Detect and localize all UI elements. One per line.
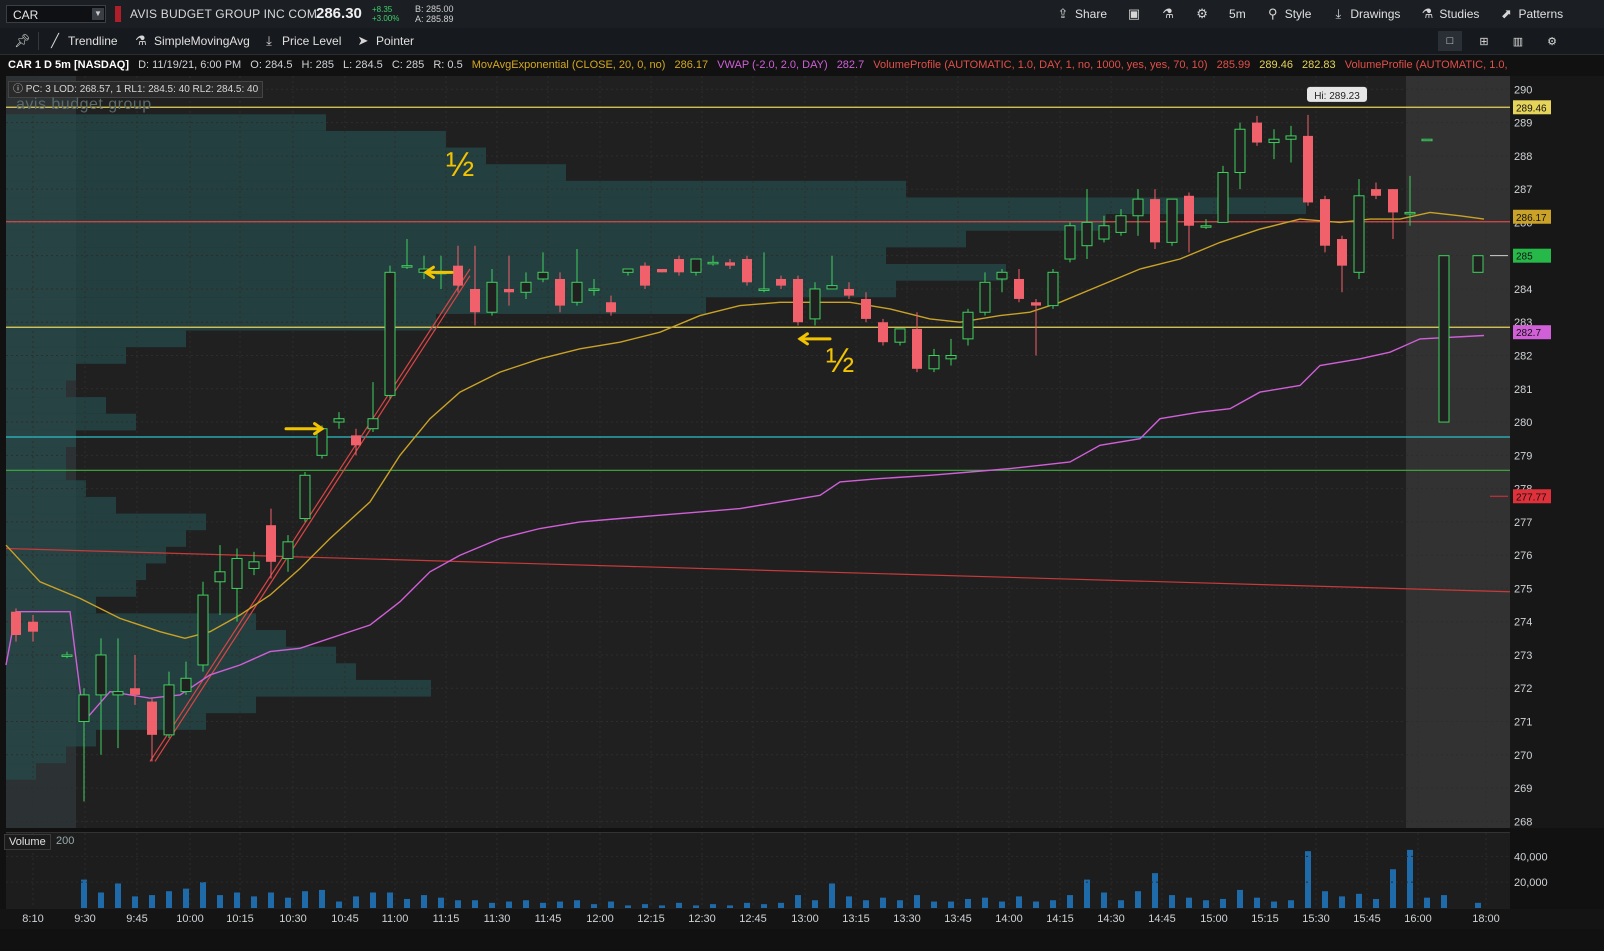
share-icon: ⇪: [1057, 6, 1069, 21]
bar-low: L: 284.5: [343, 59, 383, 71]
patterns-icon: ⬈: [1500, 6, 1512, 21]
interval-label: 5m: [1229, 7, 1246, 21]
pin-button[interactable]: 📌︎: [14, 28, 31, 54]
snapshot-button[interactable]: ▣: [1119, 0, 1149, 28]
chart-info-bar: CAR 1 D 5m [NASDAQ] D: 11/19/21, 6:00 PM…: [0, 56, 1530, 74]
bottom-strip: [0, 929, 1604, 951]
grid-icon: ⊞: [1479, 35, 1489, 48]
style-label: Style: [1284, 7, 1312, 21]
layout-bars-button[interactable]: ▥: [1506, 31, 1530, 51]
price-change-pct: +3.00%: [372, 14, 400, 23]
share-label: Share: [1075, 7, 1108, 21]
pointer-icon: ➤: [357, 33, 369, 48]
volume-label[interactable]: Volume: [4, 834, 51, 850]
pc-info-text: PC: 3 LOD: 268.57, 1 RL1: 284.5: 40 RL2:…: [25, 84, 259, 95]
symbol-input[interactable]: CAR: [6, 5, 106, 23]
flask-icon: ⚗: [135, 33, 147, 48]
info-icon: ⓘ: [13, 84, 26, 95]
patterns-button[interactable]: ⬈ Patterns: [1491, 0, 1571, 28]
sma-tool[interactable]: ⚗ SimpleMovingAvg: [134, 28, 250, 54]
price-axis[interactable]: [1510, 76, 1604, 828]
volume-profile-label[interactable]: VolumeProfile (AUTOMATIC, 1.0, DAY, 1, n…: [873, 59, 1207, 71]
drawing-toolbar: 📌︎ ╱ Trendline ⚗ SimpleMovingAvg ⤓ Price…: [0, 28, 1604, 55]
patterns-label: Patterns: [1518, 7, 1564, 21]
volume-profile-value-3: 282.83: [1302, 59, 1336, 71]
ema-study-label[interactable]: MovAvgExponential (CLOSE, 20, 0, no): [472, 59, 666, 71]
vwap-study-label[interactable]: VWAP (-2.0, 2.0, DAY): [717, 59, 827, 71]
interval-button[interactable]: 5m: [1221, 0, 1254, 28]
bar-high: H: 285: [301, 59, 334, 71]
gear-icon: ⚙: [1196, 6, 1208, 21]
drawings-icon: ⤓: [1335, 6, 1342, 21]
square-icon: □: [1446, 35, 1454, 47]
bar-range: R: 0.5: [433, 59, 463, 71]
vwap-study-value: 282.7: [836, 59, 865, 71]
price-level-icon: ⤓: [266, 33, 272, 48]
bar-close: C: 285: [391, 59, 425, 71]
volume-length: 200: [56, 835, 75, 847]
price-change: +8.35: [372, 5, 393, 14]
style-button[interactable]: ⚲ Style: [1258, 0, 1320, 28]
gear-icon: ⚙: [1547, 35, 1557, 48]
ask-price: A: 285.89: [415, 14, 454, 24]
company-name: AVIS BUDGET GROUP INC COM: [130, 7, 318, 21]
sma-label: SimpleMovingAvg: [154, 34, 250, 48]
volume-pane[interactable]: [6, 832, 1510, 909]
bar-date: D: 11/19/21, 6:00 PM: [138, 59, 242, 71]
volume-profile-2-label[interactable]: VolumeProfile (AUTOMATIC, 1.0,: [1345, 59, 1508, 71]
settings-button[interactable]: ⚙: [1187, 0, 1217, 28]
price-plot-area[interactable]: [6, 76, 1510, 828]
symbol-flag-icon: [115, 6, 121, 22]
volume-tick-label: 20,000: [1514, 877, 1548, 889]
drawings-button[interactable]: ⤓ Drawings: [1323, 0, 1408, 28]
bars-icon: ▥: [1512, 35, 1524, 48]
camera-icon: ▣: [1127, 6, 1141, 21]
top-toolbar: CAR ▼ AVIS BUDGET GROUP INC COM 286.30 +…: [0, 0, 1604, 29]
ema-study-value: 286.17: [674, 59, 709, 71]
trendline-label: Trendline: [68, 34, 118, 48]
trendline-icon: ╱: [51, 33, 59, 48]
volume-tick-label: 40,000: [1514, 851, 1548, 863]
bar-open: O: 284.5: [250, 59, 293, 71]
pin-icon: 📌︎: [14, 33, 31, 48]
chart-settings-button[interactable]: ⚙: [1540, 31, 1564, 51]
trendline-tool[interactable]: ╱ Trendline: [48, 28, 118, 54]
volume-profile-value-2: 289.46: [1259, 59, 1293, 71]
layout-single-button[interactable]: □: [1438, 31, 1462, 51]
time-axis[interactable]: [0, 909, 1604, 929]
last-price: 286.30: [316, 5, 362, 22]
pointer-tool[interactable]: ➤ Pointer: [356, 28, 414, 54]
share-button[interactable]: ⇪ Share: [1048, 0, 1115, 28]
volume-profile-value-1: 285.99: [1216, 59, 1251, 71]
flask-button[interactable]: ⚗: [1153, 0, 1183, 28]
studies-label: Studies: [1439, 7, 1480, 21]
symbol-dropdown-icon[interactable]: ▼: [92, 8, 104, 20]
price-level-tool[interactable]: ⤓ Price Level: [262, 28, 341, 54]
style-icon: ⚲: [1267, 6, 1278, 21]
bid-price: B: 285.00: [415, 4, 454, 14]
studies-button[interactable]: ⚗ Studies: [1412, 0, 1487, 28]
pointer-label: Pointer: [376, 34, 415, 48]
company-watermark: avis budget group: [16, 96, 152, 113]
drawings-label: Drawings: [1350, 7, 1401, 21]
flask-icon: ⚗: [1162, 6, 1174, 21]
layout-grid-button[interactable]: ⊞: [1472, 31, 1496, 51]
studies-icon: ⚗: [1421, 6, 1434, 21]
price-level-label: Price Level: [282, 34, 342, 48]
chart-title: CAR 1 D 5m [NASDAQ]: [8, 59, 130, 71]
